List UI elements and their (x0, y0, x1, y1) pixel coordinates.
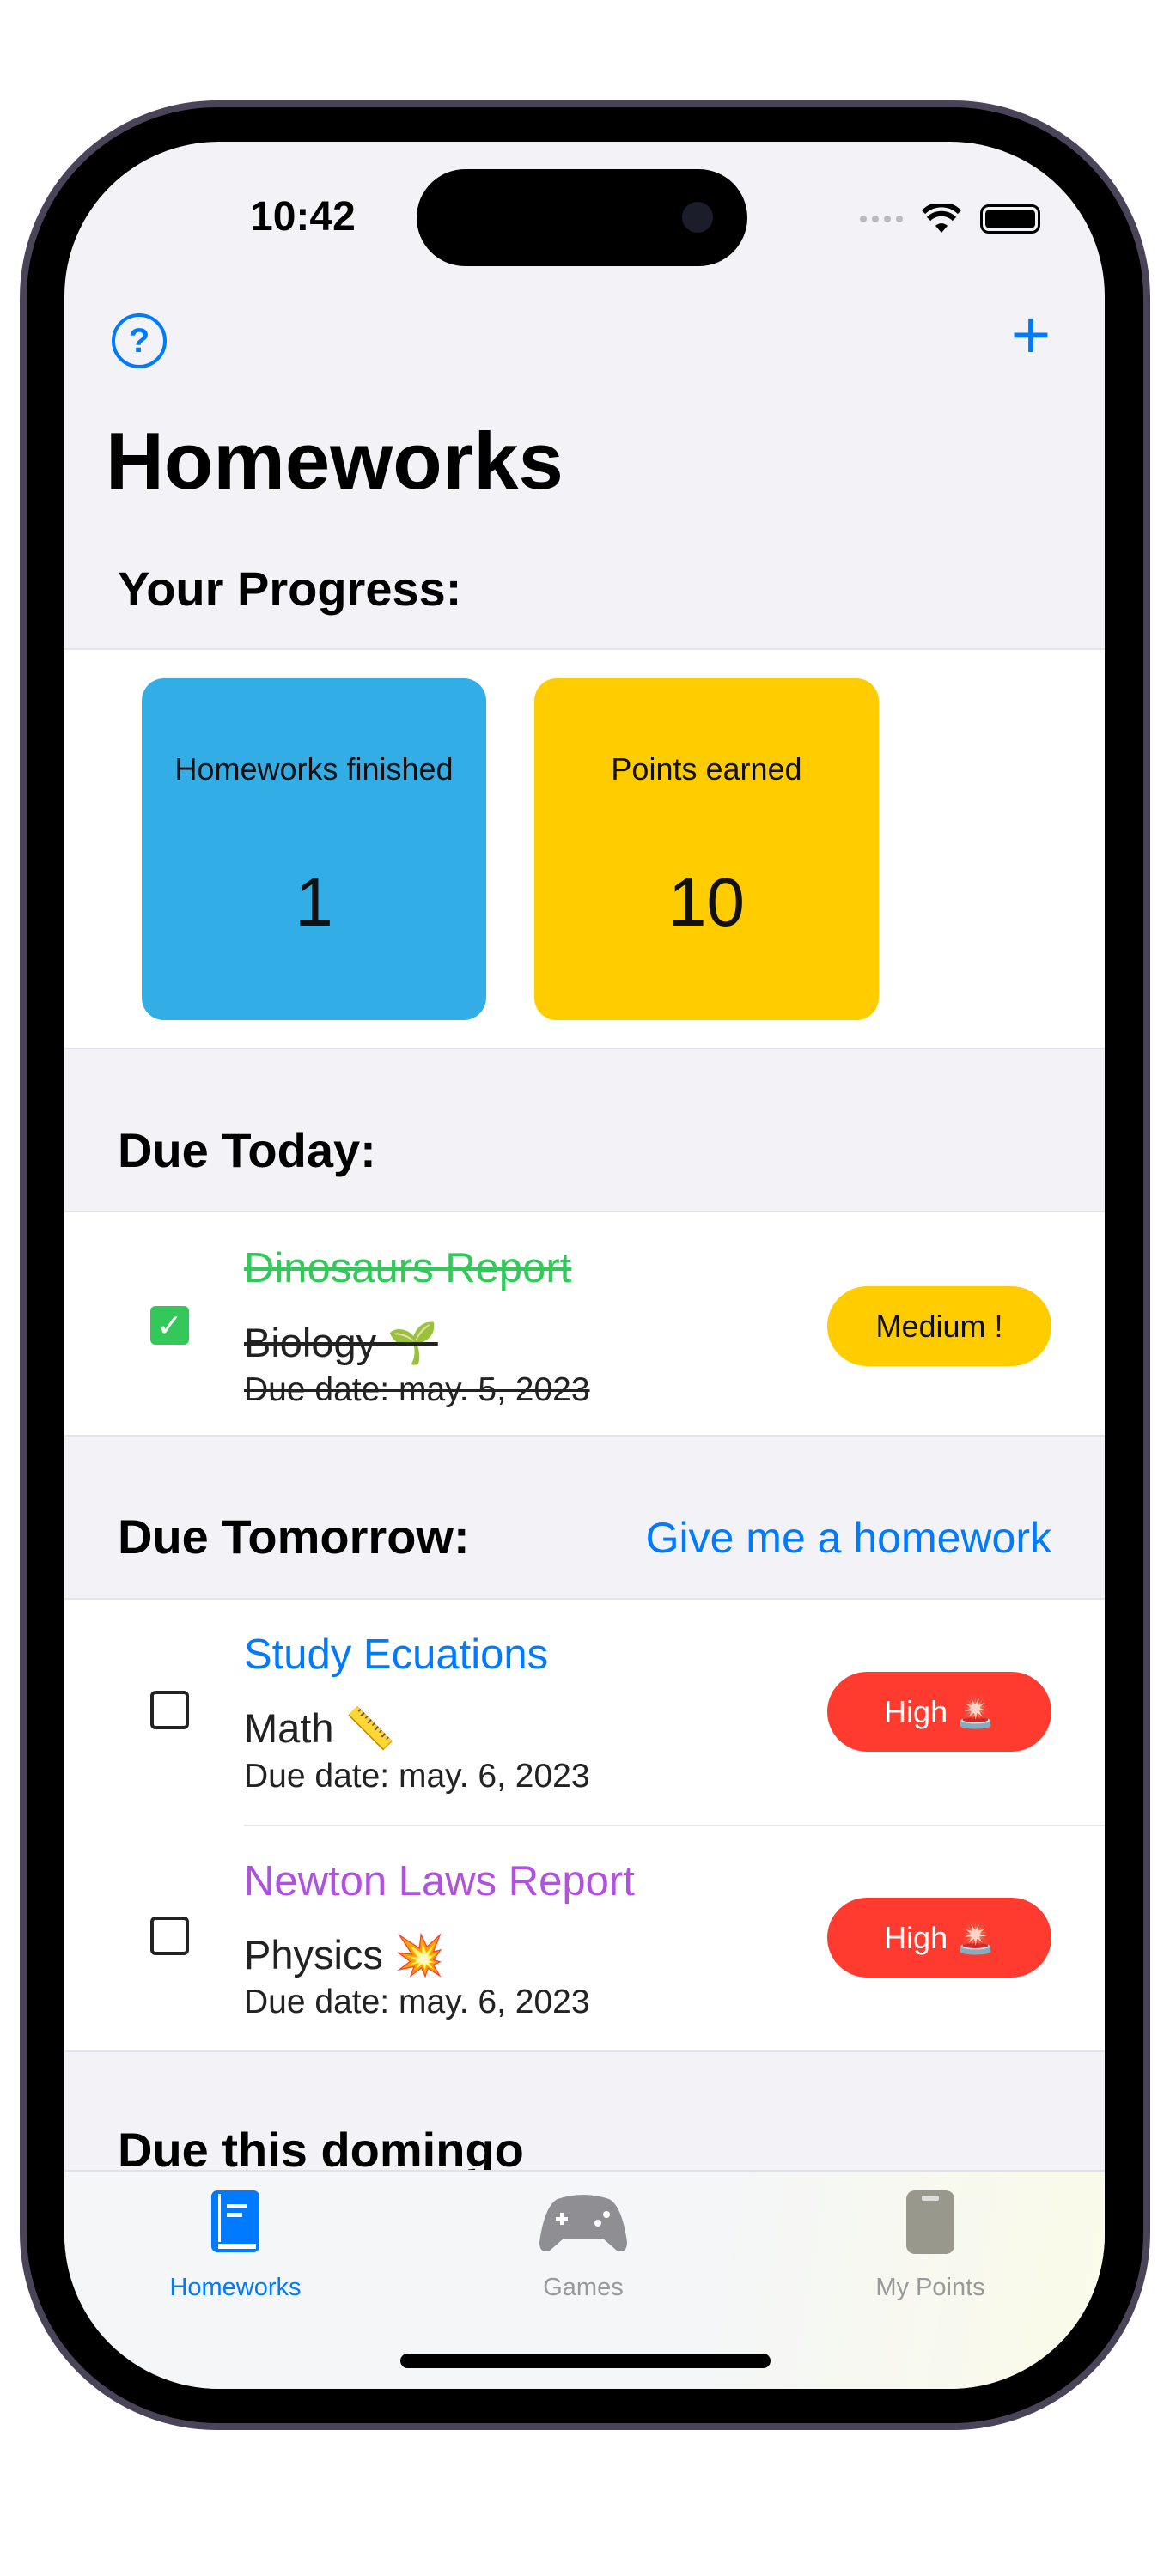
battery-icon (980, 204, 1040, 234)
gamecontroller-icon (539, 2195, 627, 2251)
homework-title[interactable]: Study Ecuations (244, 1631, 548, 1679)
screen: 10:42 ? + Homeworks Your Progress: Homew… (64, 142, 1105, 2389)
priority-badge: High 🚨 (827, 1672, 1051, 1752)
book-icon (211, 2190, 259, 2252)
due-today-section: ✓ Dinosaurs Report Biology 🌱 Due date: m… (64, 1211, 1105, 1437)
camera-icon (682, 202, 713, 233)
card-value: 10 (668, 864, 745, 940)
tab-label: My Points (875, 2274, 985, 2301)
tab-label: Games (543, 2274, 624, 2301)
card-label: Homeworks finished (174, 751, 454, 787)
homework-subject: Math 📏 (244, 1705, 396, 1751)
done-checkbox[interactable] (150, 1691, 189, 1729)
tab-label: Homeworks (169, 2274, 302, 2301)
homework-due-date: Due date: may. 6, 2023 (244, 1758, 590, 1795)
homework-subject: Physics 💥 (244, 1932, 445, 1978)
signal-icon (860, 216, 903, 222)
priority-badge: Medium ! (827, 1286, 1051, 1366)
points-earned-card: Points earned 10 (534, 678, 879, 1020)
homework-due-date: Due date: may. 6, 2023 (244, 1984, 590, 2020)
status-time: 10:42 (250, 194, 356, 240)
wifi-icon (922, 204, 961, 233)
tab-my-points[interactable]: My Points (801, 2189, 1059, 2302)
add-homework-button[interactable]: + (1001, 301, 1061, 369)
phone-icon (906, 2190, 954, 2254)
homeworks-finished-card: Homeworks finished 1 (142, 678, 486, 1020)
progress-heading: Your Progress: (118, 562, 462, 616)
tab-homeworks[interactable]: Homeworks (107, 2189, 364, 2302)
plus-icon: + (1010, 296, 1051, 373)
page-title: Homeworks (106, 416, 564, 506)
due-tomorrow-section: Study Ecuations Math 📏 Due date: may. 6,… (64, 1598, 1105, 2052)
dynamic-island (417, 169, 747, 266)
priority-badge: High 🚨 (827, 1898, 1051, 1978)
question-circle-icon: ? (128, 321, 150, 360)
homework-title[interactable]: Newton Laws Report (244, 1857, 635, 1905)
card-label: Points earned (611, 751, 802, 787)
due-today-heading: Due Today: (118, 1123, 376, 1177)
homework-due-date: Due date: may. 5, 2023 (244, 1371, 590, 1408)
done-checkbox[interactable] (150, 1917, 189, 1955)
card-value: 1 (295, 864, 333, 940)
done-checkbox[interactable]: ✓ (150, 1306, 189, 1345)
homework-title[interactable]: Dinosaurs Report (244, 1244, 571, 1292)
status-icons (860, 204, 1040, 234)
homework-subject: Biology 🌱 (244, 1320, 438, 1365)
give-me-homework-link[interactable]: Give me a homework (646, 1513, 1051, 1563)
due-tomorrow-heading: Due Tomorrow: (118, 1510, 470, 1564)
row-divider (244, 1825, 1105, 1826)
progress-section: Homeworks finished 1 Points earned 10 (64, 648, 1105, 1049)
tab-games[interactable]: Games (454, 2189, 712, 2302)
help-button[interactable]: ? (112, 313, 167, 368)
home-indicator[interactable] (400, 2354, 771, 2368)
